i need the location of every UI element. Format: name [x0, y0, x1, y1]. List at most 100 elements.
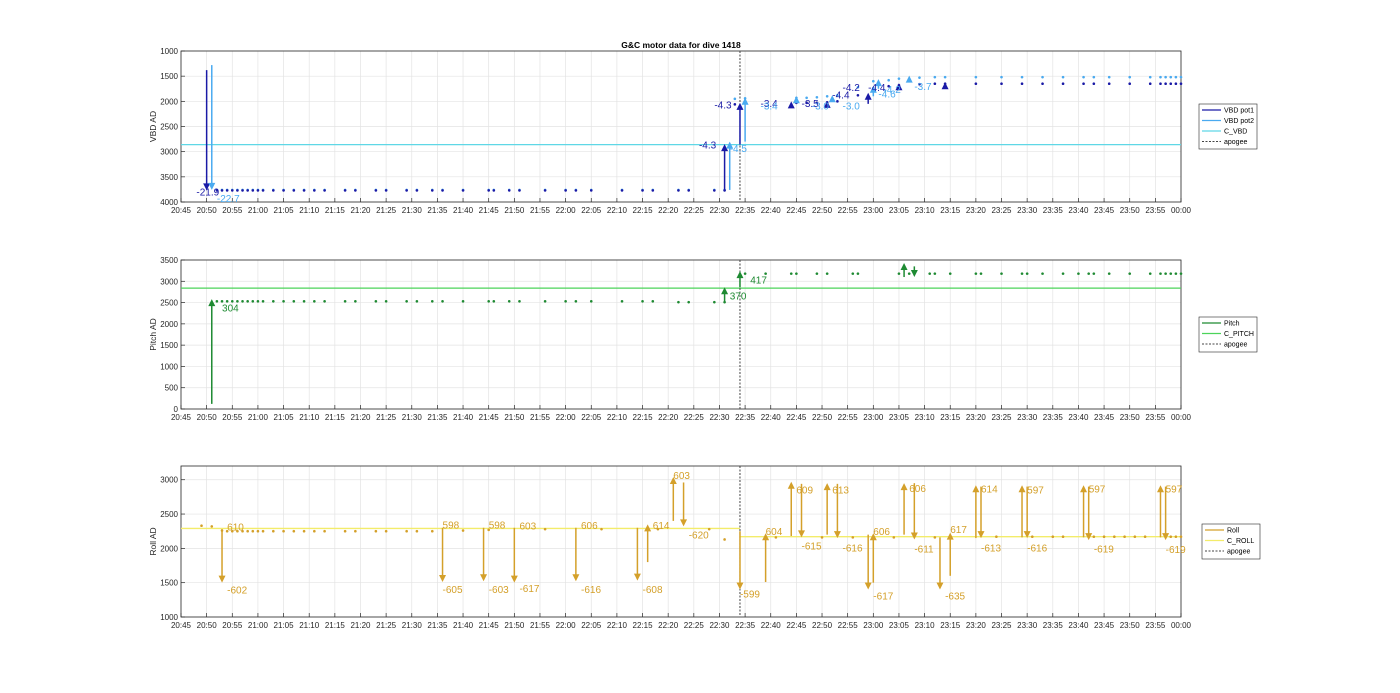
data-point: [651, 299, 655, 303]
data-point: [1143, 535, 1147, 538]
data-point: [230, 299, 234, 303]
x-tick-label: 21:35: [427, 413, 448, 422]
data-point-pot1: [1020, 82, 1024, 86]
annotation-label: 606: [581, 521, 598, 532]
data-point: [1092, 535, 1096, 538]
annotation-label: 597: [1027, 485, 1044, 496]
x-tick-label: 22:05: [581, 206, 602, 215]
data-point: [282, 529, 285, 533]
y-tick-label: 3500: [160, 173, 178, 182]
annotation-label: -4.3: [699, 141, 717, 152]
annotation-label: -4.2: [843, 83, 861, 94]
x-tick-label: 22:40: [761, 621, 782, 630]
data-point: [907, 272, 911, 275]
data-point: [354, 299, 357, 303]
data-point-pot1: [292, 189, 296, 192]
x-tick-label: 22:35: [735, 206, 756, 215]
data-point: [272, 299, 275, 303]
x-tick-label: 21:35: [427, 621, 448, 630]
data-point: [1000, 272, 1003, 275]
x-tick-label: 21:10: [299, 413, 320, 422]
data-point-pot2: [943, 75, 947, 79]
data-point-pot1: [1159, 82, 1162, 86]
data-point: [1164, 272, 1167, 275]
data-point: [815, 272, 819, 275]
data-point: [405, 529, 408, 533]
x-tick-label: 21:55: [530, 413, 551, 422]
data-point: [1179, 272, 1183, 275]
x-tick-label: 20:45: [171, 206, 192, 215]
annotation-label: 603: [519, 522, 536, 533]
data-point-pot2: [1092, 75, 1096, 79]
data-point: [461, 529, 465, 532]
data-point: [343, 529, 347, 533]
data-point: [979, 272, 983, 275]
data-point-pot1: [230, 189, 234, 192]
data-point: [251, 529, 255, 533]
legend-label: Pitch: [1224, 321, 1240, 328]
x-tick-label: 22:20: [658, 413, 679, 422]
x-tick-label: 21:35: [427, 206, 448, 215]
data-point: [851, 272, 855, 275]
x-tick-label: 21:25: [376, 413, 397, 422]
data-point: [1113, 535, 1116, 538]
x-tick-label: 20:55: [222, 621, 243, 630]
data-point: [1077, 272, 1080, 275]
data-point-pot1: [282, 189, 285, 192]
legend: Roll C_ROLLapogee: [1201, 523, 1261, 560]
data-point: [1159, 272, 1162, 275]
x-tick-label: 23:45: [1094, 206, 1115, 215]
data-point: [1107, 272, 1111, 275]
y-tick-label: 4000: [160, 198, 178, 207]
data-point: [574, 299, 578, 303]
y-tick-label: 2000: [160, 97, 178, 106]
x-tick-label: 21:30: [402, 206, 423, 215]
data-point: [507, 299, 511, 303]
y-tick-label: 2500: [160, 510, 178, 519]
data-point: [897, 272, 901, 275]
data-point-pot1: [1082, 82, 1085, 86]
y-tick-label: 2000: [160, 544, 178, 553]
annotation-label: 610: [227, 522, 244, 533]
data-point: [220, 299, 224, 303]
x-tick-label: 22:40: [761, 413, 782, 422]
x-tick-label: 22:30: [709, 621, 730, 630]
y-tick-label: 1000: [160, 613, 178, 622]
x-tick-label: 23:20: [966, 413, 987, 422]
data-point: [225, 299, 229, 303]
legend-label: apogee: [1224, 342, 1247, 349]
data-point: [1041, 272, 1044, 275]
data-point-pot1: [261, 189, 265, 192]
x-tick-label: 23:15: [940, 413, 961, 422]
data-point: [374, 299, 378, 303]
annotation-label: -616: [581, 585, 601, 596]
x-tick-label: 22:15: [633, 413, 654, 422]
data-point: [928, 272, 932, 275]
data-point: [1030, 535, 1034, 538]
data-point-pot2: [1061, 75, 1065, 79]
x-tick-label: 23:35: [1043, 621, 1064, 630]
data-point: [820, 536, 824, 539]
data-point: [795, 272, 798, 275]
x-tick-label: 21:00: [248, 413, 269, 422]
annotation-label: 603: [673, 471, 690, 482]
chart-title: G&C motor data for dive 1418: [621, 40, 741, 50]
data-point-pot2: [1107, 75, 1111, 79]
x-tick-label: 20:50: [197, 413, 218, 422]
data-point: [1087, 272, 1090, 275]
data-point: [261, 299, 265, 303]
x-tick-label: 21:45: [479, 413, 500, 422]
annotation-label: -3.7: [914, 82, 932, 93]
data-point-pot1: [564, 189, 567, 192]
x-tick-label: 22:00: [556, 621, 577, 630]
annotation-label: 417: [750, 276, 767, 287]
data-point: [1169, 272, 1173, 275]
x-tick-label: 21:30: [402, 621, 423, 630]
y-tick-label: 1000: [160, 362, 178, 371]
x-tick-label: 21:20: [350, 206, 371, 215]
x-tick-label: 22:35: [735, 413, 756, 422]
x-tick-label: 22:15: [633, 206, 654, 215]
legend-label: VBD pot2: [1224, 118, 1254, 125]
data-point-pot1: [246, 189, 249, 192]
data-point-pot1: [677, 189, 680, 192]
